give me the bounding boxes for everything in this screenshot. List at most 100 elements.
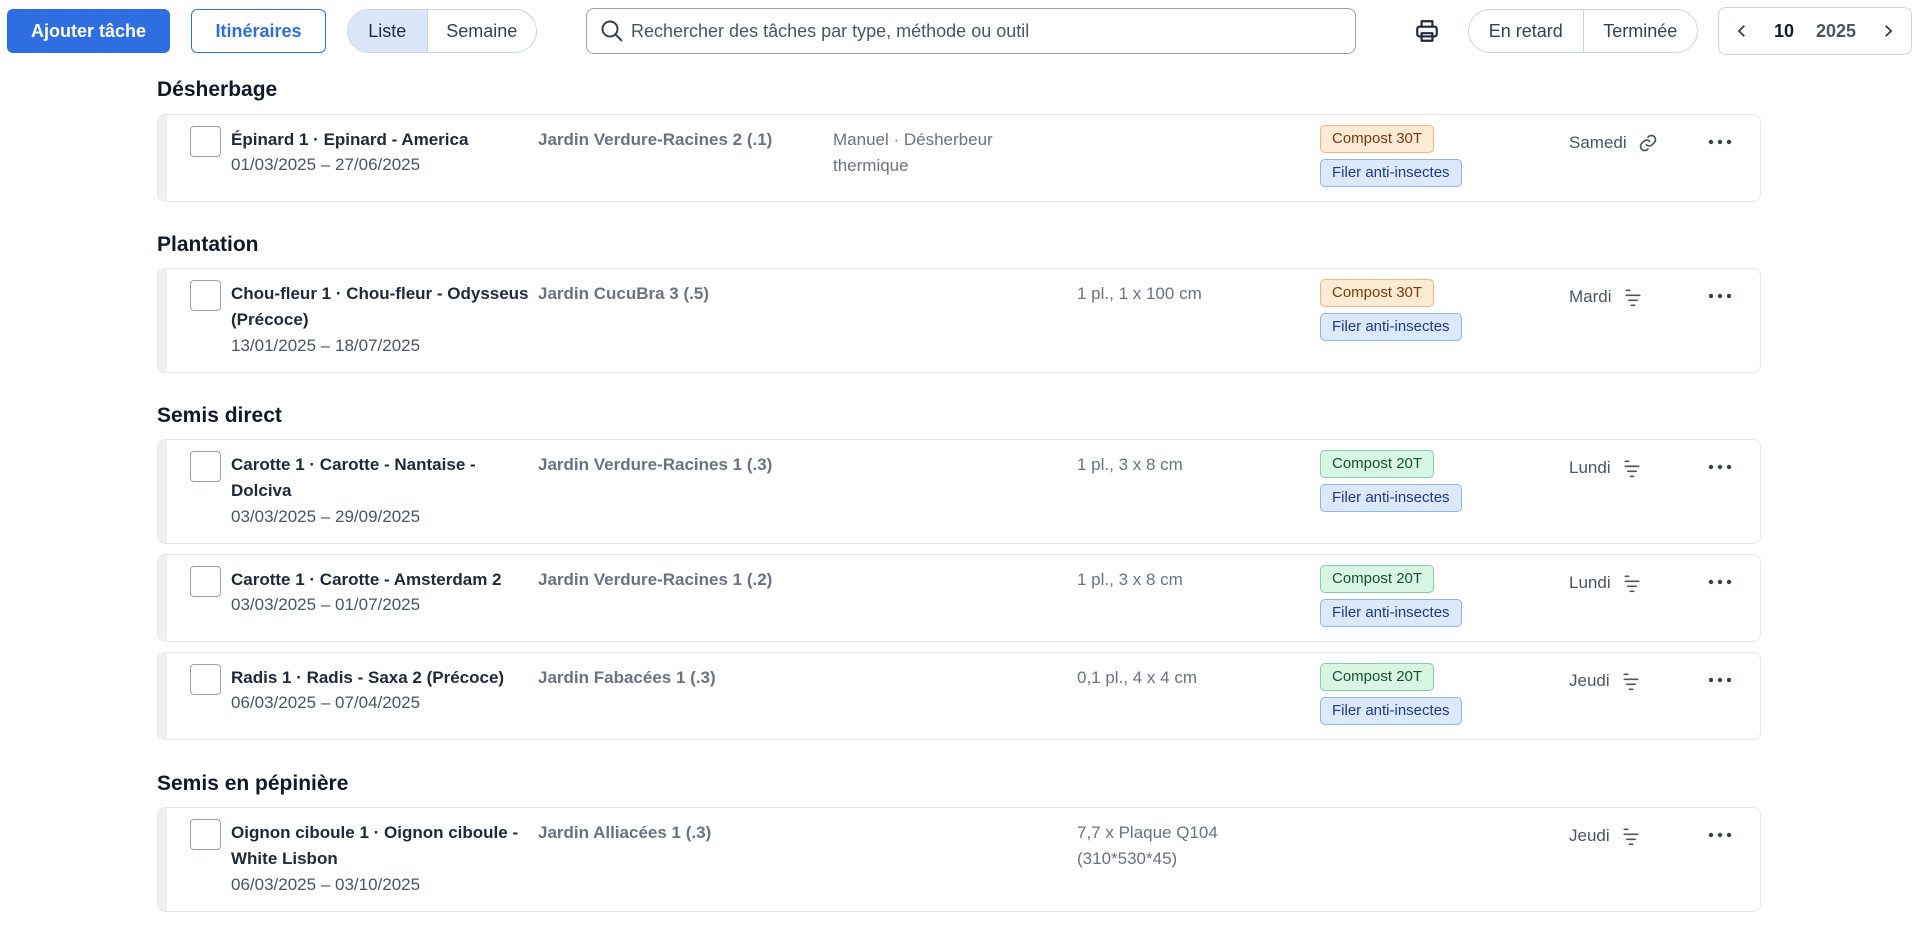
- task-dates: 01/03/2025 – 27/06/2025: [231, 155, 421, 174]
- task-card: Épinard 1 · Epinard - America 01/03/2025…: [157, 114, 1761, 202]
- task-tags: Compost 20T Filer anti-insectes: [1320, 450, 1462, 512]
- tag-badge: Compost 30T: [1320, 125, 1435, 153]
- section-title: Plantation: [157, 233, 259, 256]
- task-dates: 06/03/2025 – 07/04/2025: [231, 693, 421, 712]
- task-checkbox[interactable]: [190, 566, 221, 597]
- tag-badge: Filer anti-insectes: [1320, 697, 1462, 725]
- more-options-button[interactable]: [1705, 822, 1735, 848]
- task-method: Manuel · Désherbeur thermique: [833, 130, 993, 175]
- task-title: Carotte 1 · Carotte - Amsterdam 2: [231, 570, 502, 589]
- task-spacing: 7,7 x Plaque Q104 (310*530*45): [1077, 823, 1218, 868]
- task-day: Samedi: [1569, 132, 1659, 154]
- task-day-label: Jeudi: [1569, 671, 1610, 690]
- previous-week-button[interactable]: [1731, 20, 1753, 42]
- task-location: Jardin Verdure-Racines 1 (.3): [538, 455, 773, 474]
- tag-badge: Compost 20T: [1320, 565, 1435, 593]
- more-options-button[interactable]: [1705, 454, 1735, 480]
- task-title: Oignon ciboule 1 · Oignon ciboule - Whit…: [231, 823, 519, 868]
- more-options-button[interactable]: [1705, 129, 1735, 155]
- next-week-button[interactable]: [1877, 20, 1899, 42]
- tag-badge: Filer anti-insectes: [1320, 313, 1462, 341]
- more-horizontal-icon: [1708, 832, 1732, 838]
- task-spacing: 1 pl., 1 x 100 cm: [1077, 284, 1202, 303]
- task-title: Chou-fleur 1 · Chou-fleur - Odysseus (Pr…: [231, 284, 529, 329]
- view-list-button[interactable]: Liste: [348, 10, 427, 52]
- task-location: Jardin Fabacées 1 (.3): [538, 668, 716, 687]
- task-dates: 03/03/2025 – 01/07/2025: [231, 595, 421, 614]
- task-tags: Compost 20T Filer anti-insectes: [1320, 565, 1462, 627]
- task-location: Jardin Verdure-Racines 1 (.2): [538, 570, 773, 589]
- task-day-label: Jeudi: [1569, 826, 1610, 845]
- task-day-label: Samedi: [1569, 133, 1627, 152]
- tag-badge: Filer anti-insectes: [1320, 484, 1462, 512]
- task-dates: 13/01/2025 – 18/07/2025: [231, 336, 421, 355]
- more-horizontal-icon: [1708, 464, 1732, 470]
- more-horizontal-icon: [1708, 579, 1732, 585]
- task-checkbox[interactable]: [190, 126, 221, 157]
- week-number: 10: [1773, 20, 1794, 41]
- more-horizontal-icon: [1708, 677, 1732, 683]
- task-checkbox[interactable]: [190, 451, 221, 482]
- filter-lines-icon[interactable]: [1620, 825, 1642, 847]
- filter-lines-icon[interactable]: [1621, 457, 1643, 479]
- task-location: Jardin Alliacées 1 (.3): [538, 823, 712, 842]
- week-navigator: 10 2025: [1718, 7, 1912, 55]
- more-options-button[interactable]: [1705, 283, 1735, 309]
- tag-badge: Compost 20T: [1320, 663, 1435, 691]
- add-task-button[interactable]: Ajouter tâche: [7, 9, 170, 53]
- more-horizontal-icon: [1708, 139, 1732, 145]
- task-title: Épinard 1 · Epinard - America: [231, 130, 469, 149]
- task-card: Carotte 1 · Carotte - Nantaise - Dolciva…: [157, 439, 1761, 544]
- view-toggle: Liste Semaine: [347, 9, 537, 53]
- year-value: 2025: [1815, 20, 1857, 41]
- task-checkbox[interactable]: [190, 819, 221, 850]
- task-tags: Compost 20T Filer anti-insectes: [1320, 663, 1462, 725]
- task-card: Carotte 1 · Carotte - Amsterdam 2 03/03/…: [157, 554, 1761, 642]
- task-day: Mardi: [1569, 286, 1644, 308]
- tag-badge: Compost 20T: [1320, 450, 1435, 478]
- filter-late-button[interactable]: En retard: [1469, 10, 1583, 52]
- task-day: Lundi: [1569, 572, 1643, 594]
- more-options-button[interactable]: [1705, 667, 1735, 693]
- more-horizontal-icon: [1708, 293, 1732, 299]
- toolbar: Ajouter tâche Itinéraires Liste Semaine …: [0, 0, 1920, 62]
- search-icon: [599, 18, 625, 44]
- task-location: Jardin CucuBra 3 (.5): [538, 284, 709, 303]
- task-title: Radis 1 · Radis - Saxa 2 (Précoce): [231, 668, 505, 687]
- task-spacing: 1 pl., 3 x 8 cm: [1077, 455, 1183, 474]
- task-checkbox[interactable]: [190, 280, 221, 311]
- task-tags: Compost 30T Filer anti-insectes: [1320, 125, 1462, 187]
- task-checkbox[interactable]: [190, 664, 221, 695]
- itineraries-button[interactable]: Itinéraires: [191, 9, 326, 53]
- filter-lines-icon[interactable]: [1622, 286, 1644, 308]
- task-card: Radis 1 · Radis - Saxa 2 (Précoce) 06/03…: [157, 652, 1761, 740]
- search-box: [586, 8, 1356, 54]
- filter-lines-icon[interactable]: [1621, 572, 1643, 594]
- task-day-label: Lundi: [1569, 458, 1611, 477]
- view-week-button[interactable]: Semaine: [426, 10, 536, 52]
- more-options-button[interactable]: [1705, 569, 1735, 595]
- task-day: Jeudi: [1569, 825, 1642, 847]
- task-dates: 03/03/2025 – 29/09/2025: [231, 507, 421, 526]
- filter-done-button[interactable]: Terminée: [1582, 10, 1698, 52]
- task-day-label: Lundi: [1569, 573, 1611, 592]
- task-spacing: 0,1 pl., 4 x 4 cm: [1077, 668, 1197, 687]
- task-day: Lundi: [1569, 457, 1643, 479]
- task-card: Oignon ciboule 1 · Oignon ciboule - Whit…: [157, 807, 1761, 912]
- link-icon[interactable]: [1637, 132, 1659, 154]
- task-day: Jeudi: [1569, 670, 1642, 692]
- search-input[interactable]: [631, 20, 1331, 42]
- chevron-right-icon: [1885, 25, 1893, 37]
- tag-badge: Filer anti-insectes: [1320, 599, 1462, 627]
- chevron-left-icon: [1737, 25, 1745, 37]
- task-day-label: Mardi: [1569, 287, 1612, 306]
- task-title: Carotte 1 · Carotte - Nantaise - Dolciva: [231, 455, 476, 500]
- section-title: Désherbage: [157, 78, 278, 101]
- print-button[interactable]: [1410, 14, 1444, 48]
- task-tags: Compost 30T Filer anti-insectes: [1320, 279, 1462, 341]
- section-title: Semis direct: [157, 404, 282, 427]
- filter-lines-icon[interactable]: [1620, 670, 1642, 692]
- tag-badge: Filer anti-insectes: [1320, 159, 1462, 187]
- task-spacing: 1 pl., 3 x 8 cm: [1077, 570, 1183, 589]
- tag-badge: Compost 30T: [1320, 279, 1435, 307]
